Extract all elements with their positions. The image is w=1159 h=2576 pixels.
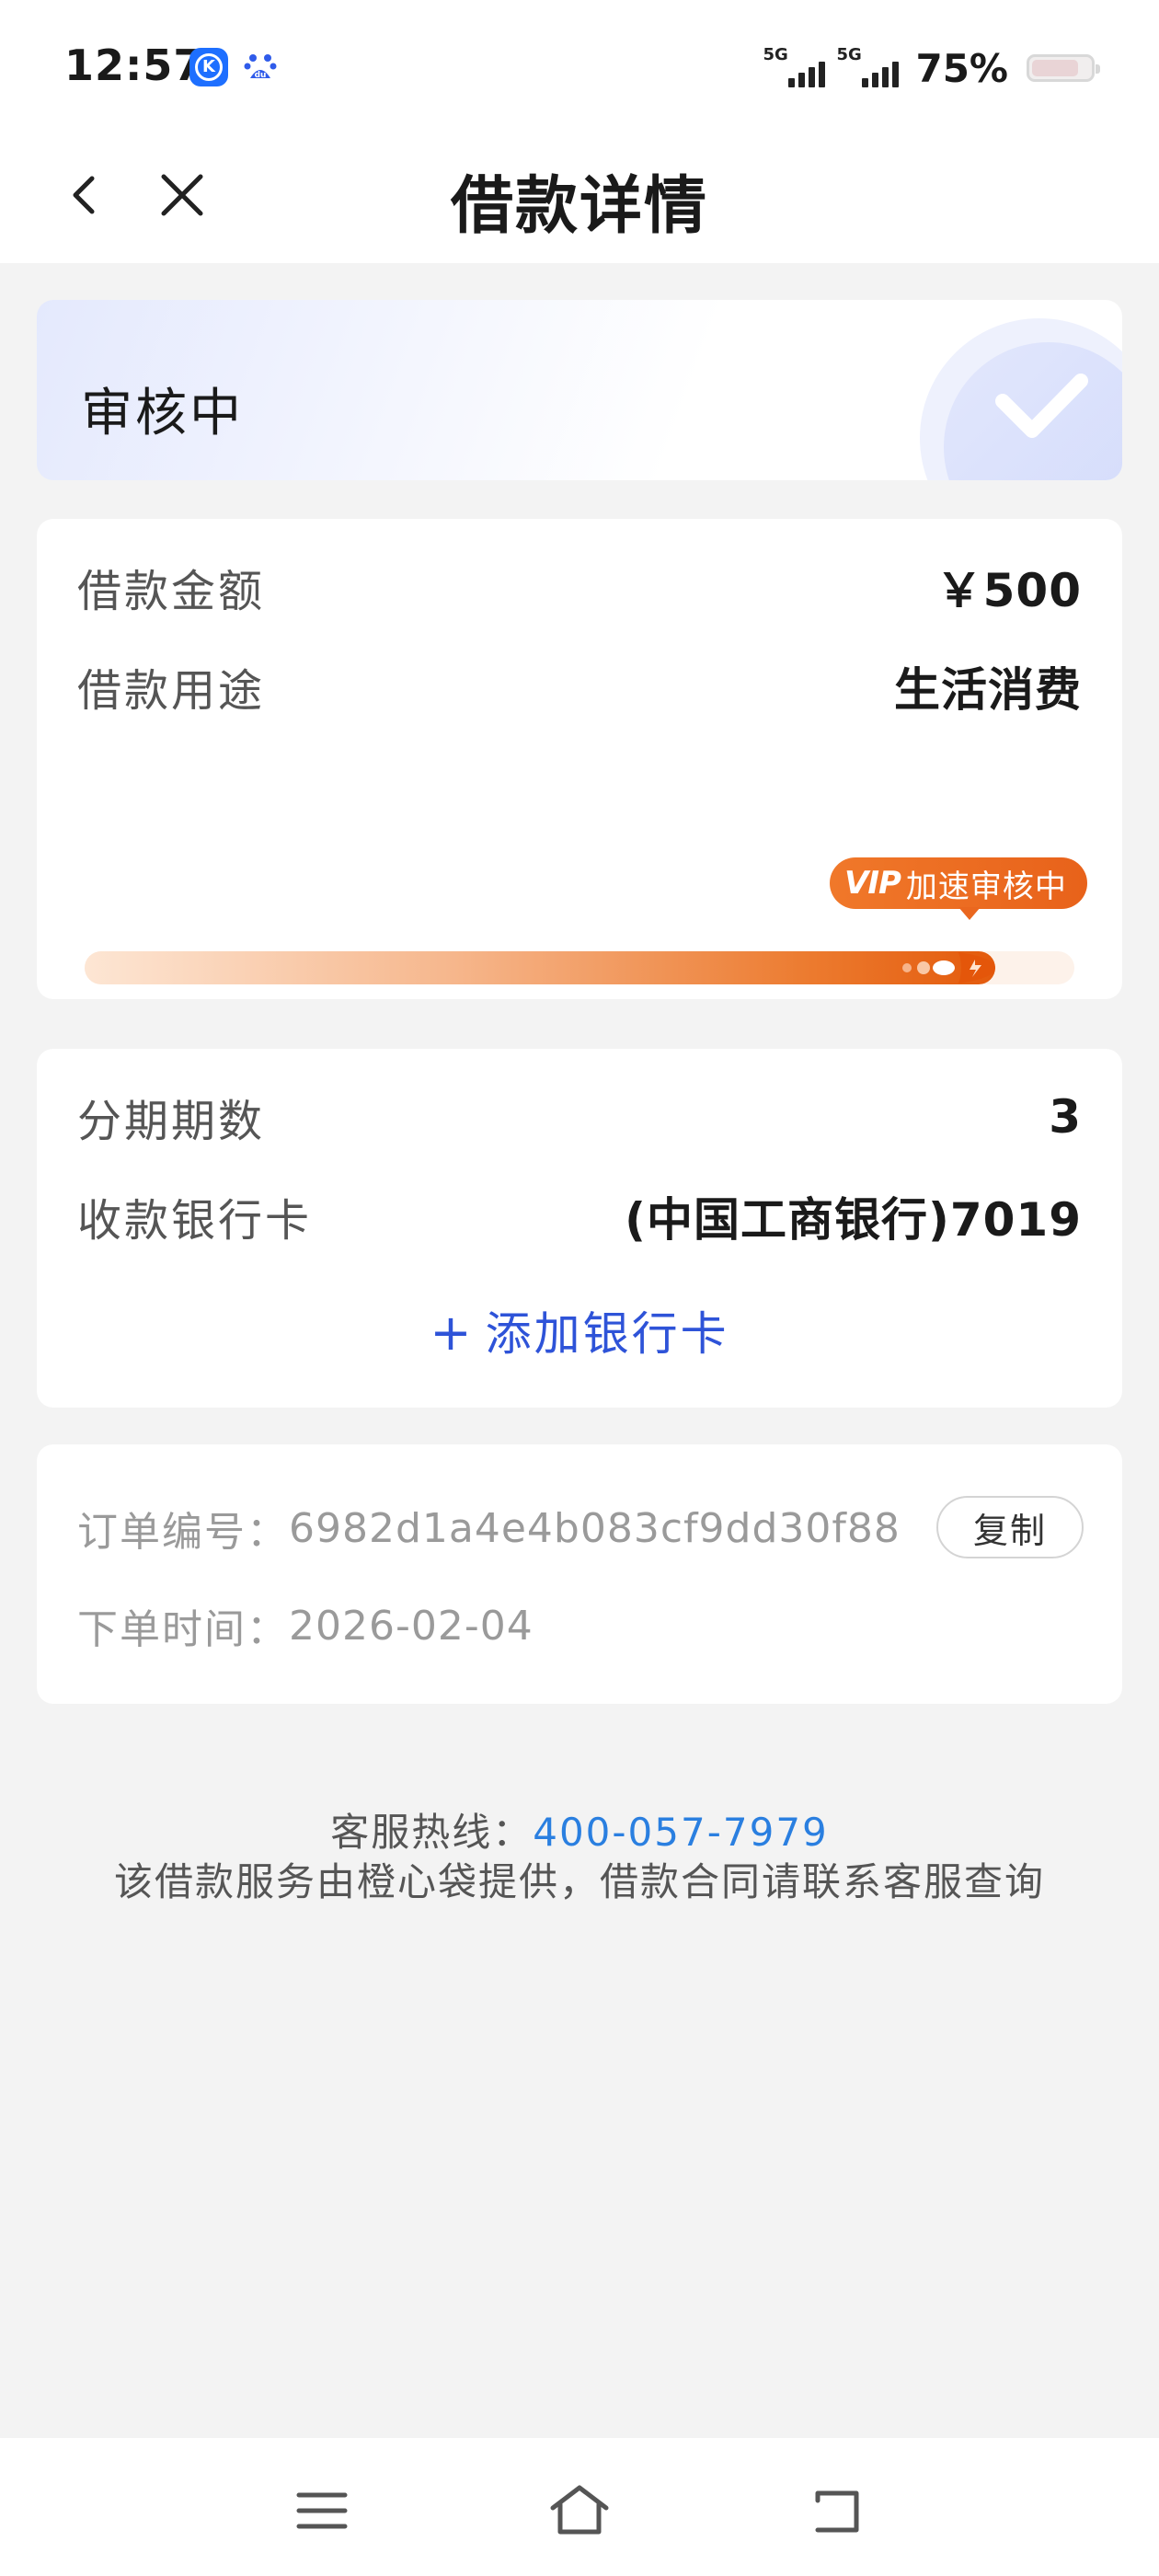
review-status-text: 审核中: [81, 384, 244, 443]
loan-info-card: 借款金额 ￥500 借款用途 生活消费 VIP 加速审核中: [37, 519, 1122, 999]
order-time-label: 下单时间：: [77, 1606, 289, 1653]
loan-purpose-label: 借款用途: [77, 665, 266, 717]
loan-amount-value: ￥500: [935, 564, 1082, 617]
order-time-row: 下单时间： 2026-02-04: [77, 1593, 1082, 1658]
add-bank-card-button[interactable]: + 添加银行卡: [37, 1297, 1122, 1363]
status-indicators: 5G 5G 75%: [763, 40, 1100, 96]
status-time: 12:57: [64, 40, 204, 90]
progress-fill: [85, 951, 995, 984]
service-note: 该借款服务由橙心袋提供，借款合同请联系客服查询: [113, 1859, 1045, 1904]
vip-badge-text: 加速审核中: [905, 868, 1067, 905]
order-card: 订单编号： 6982d1a4e4b083cf9dd30f88 复制 下单时间： …: [37, 1444, 1122, 1704]
periods-row: 分期期数 3: [77, 1087, 1082, 1147]
signal-icon: 5G: [763, 45, 826, 91]
order-number-row: 订单编号： 6982d1a4e4b083cf9dd30f88: [77, 1496, 1082, 1560]
loan-amount-label: 借款金额: [77, 566, 266, 617]
progress-track: [85, 951, 1074, 984]
baidu-paw-icon: du: [241, 48, 280, 86]
svg-text:du: du: [255, 71, 267, 80]
loan-purpose-value: 生活消费: [894, 663, 1082, 717]
bank-card-value: (中国工商银行)7019: [625, 1193, 1082, 1247]
system-nav-bar: [0, 2438, 1159, 2576]
back-nav-icon[interactable]: [805, 2478, 869, 2543]
order-number-value: 6982d1a4e4b083cf9dd30f88: [289, 1504, 901, 1552]
check-circle-icon: [920, 318, 1122, 480]
bank-card-row: 收款银行卡 (中国工商银行)7019: [77, 1187, 1082, 1247]
installment-card: 分期期数 3 收款银行卡 (中国工商银行)7019 + 添加银行卡: [37, 1049, 1122, 1408]
order-time-value: 2026-02-04: [289, 1602, 534, 1650]
loan-purpose-row: 借款用途 生活消费: [77, 657, 1082, 717]
battery-percent: 75%: [915, 45, 1008, 91]
battery-icon: [1027, 54, 1100, 82]
page-title: 借款详情: [450, 170, 708, 243]
status-bar: 12:57 K du 5G 5G 75%: [0, 0, 1159, 129]
signal-icon: 5G: [836, 45, 900, 91]
vip-badge: VIP 加速审核中: [830, 857, 1087, 920]
header: 借款详情: [0, 129, 1159, 263]
add-bank-card-label: 添加银行卡: [485, 1307, 729, 1361]
customer-hotline: 客服热线：400-057-7979: [0, 1801, 1159, 1857]
bank-card-label: 收款银行卡: [77, 1195, 313, 1247]
menu-icon[interactable]: [290, 2478, 354, 2543]
home-icon[interactable]: [547, 2478, 612, 2543]
rocket-icon: [902, 952, 995, 983]
loan-amount-row: 借款金额 ￥500: [77, 558, 1082, 617]
order-number-label: 订单编号：: [77, 1509, 289, 1556]
vip-mark: VIP: [844, 865, 901, 902]
hotline-label: 客服热线：: [330, 1810, 534, 1855]
review-progress: VIP 加速审核中: [85, 811, 1115, 984]
periods-value: 3: [1049, 1090, 1082, 1144]
copy-button[interactable]: 复制: [936, 1496, 1084, 1558]
periods-label: 分期期数: [77, 1096, 266, 1147]
review-status-card: 审核中: [37, 300, 1122, 480]
k-app-icon: K: [189, 48, 228, 86]
hotline-number-link[interactable]: 400-057-7979: [533, 1810, 829, 1855]
plus-icon: +: [430, 1304, 475, 1362]
